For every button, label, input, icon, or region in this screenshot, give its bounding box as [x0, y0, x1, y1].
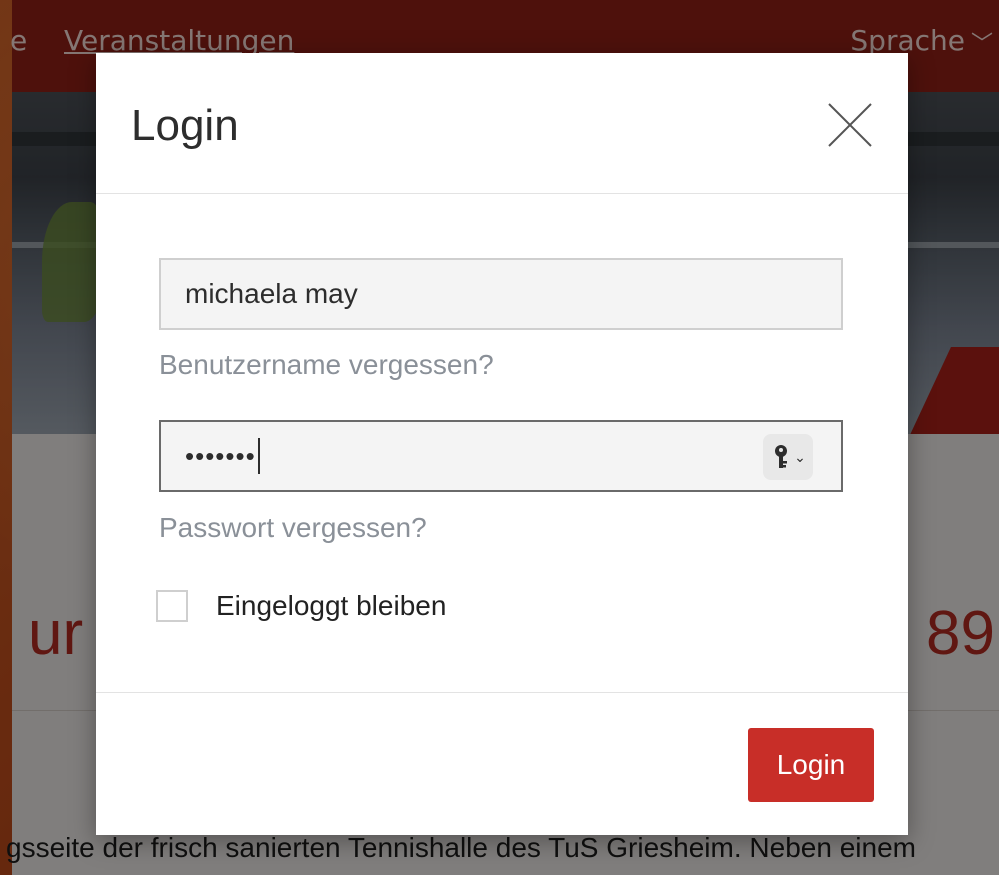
modal-header: Login [96, 53, 908, 194]
login-button[interactable]: Login [748, 728, 874, 802]
remember-me-row: Eingeloggt bleiben [156, 590, 446, 622]
key-icon [775, 445, 788, 468]
close-icon [828, 103, 872, 147]
remember-me-checkbox[interactable] [156, 590, 188, 622]
password-manager-button[interactable]: ⌄ [763, 434, 813, 480]
modal-body: michaela may Benutzername vergessen? •••… [96, 194, 908, 692]
modal-title: Login [131, 101, 239, 150]
forgot-username-link[interactable]: Benutzername vergessen? [159, 349, 494, 381]
remember-me-label[interactable]: Eingeloggt bleiben [216, 590, 446, 622]
password-input[interactable]: ••••••• ⌄ [159, 420, 843, 492]
close-button[interactable] [826, 101, 874, 149]
modal-footer: Login [96, 692, 908, 836]
username-value: michaela may [185, 278, 358, 309]
login-modal: Login michaela may Benutzername vergesse… [96, 53, 908, 835]
forgot-password-link[interactable]: Passwort vergessen? [159, 512, 427, 544]
username-input[interactable]: michaela may [159, 258, 843, 330]
chevron-down-icon: ⌄ [794, 448, 806, 465]
password-masked-value: ••••••• [185, 440, 256, 471]
text-caret [257, 438, 260, 474]
